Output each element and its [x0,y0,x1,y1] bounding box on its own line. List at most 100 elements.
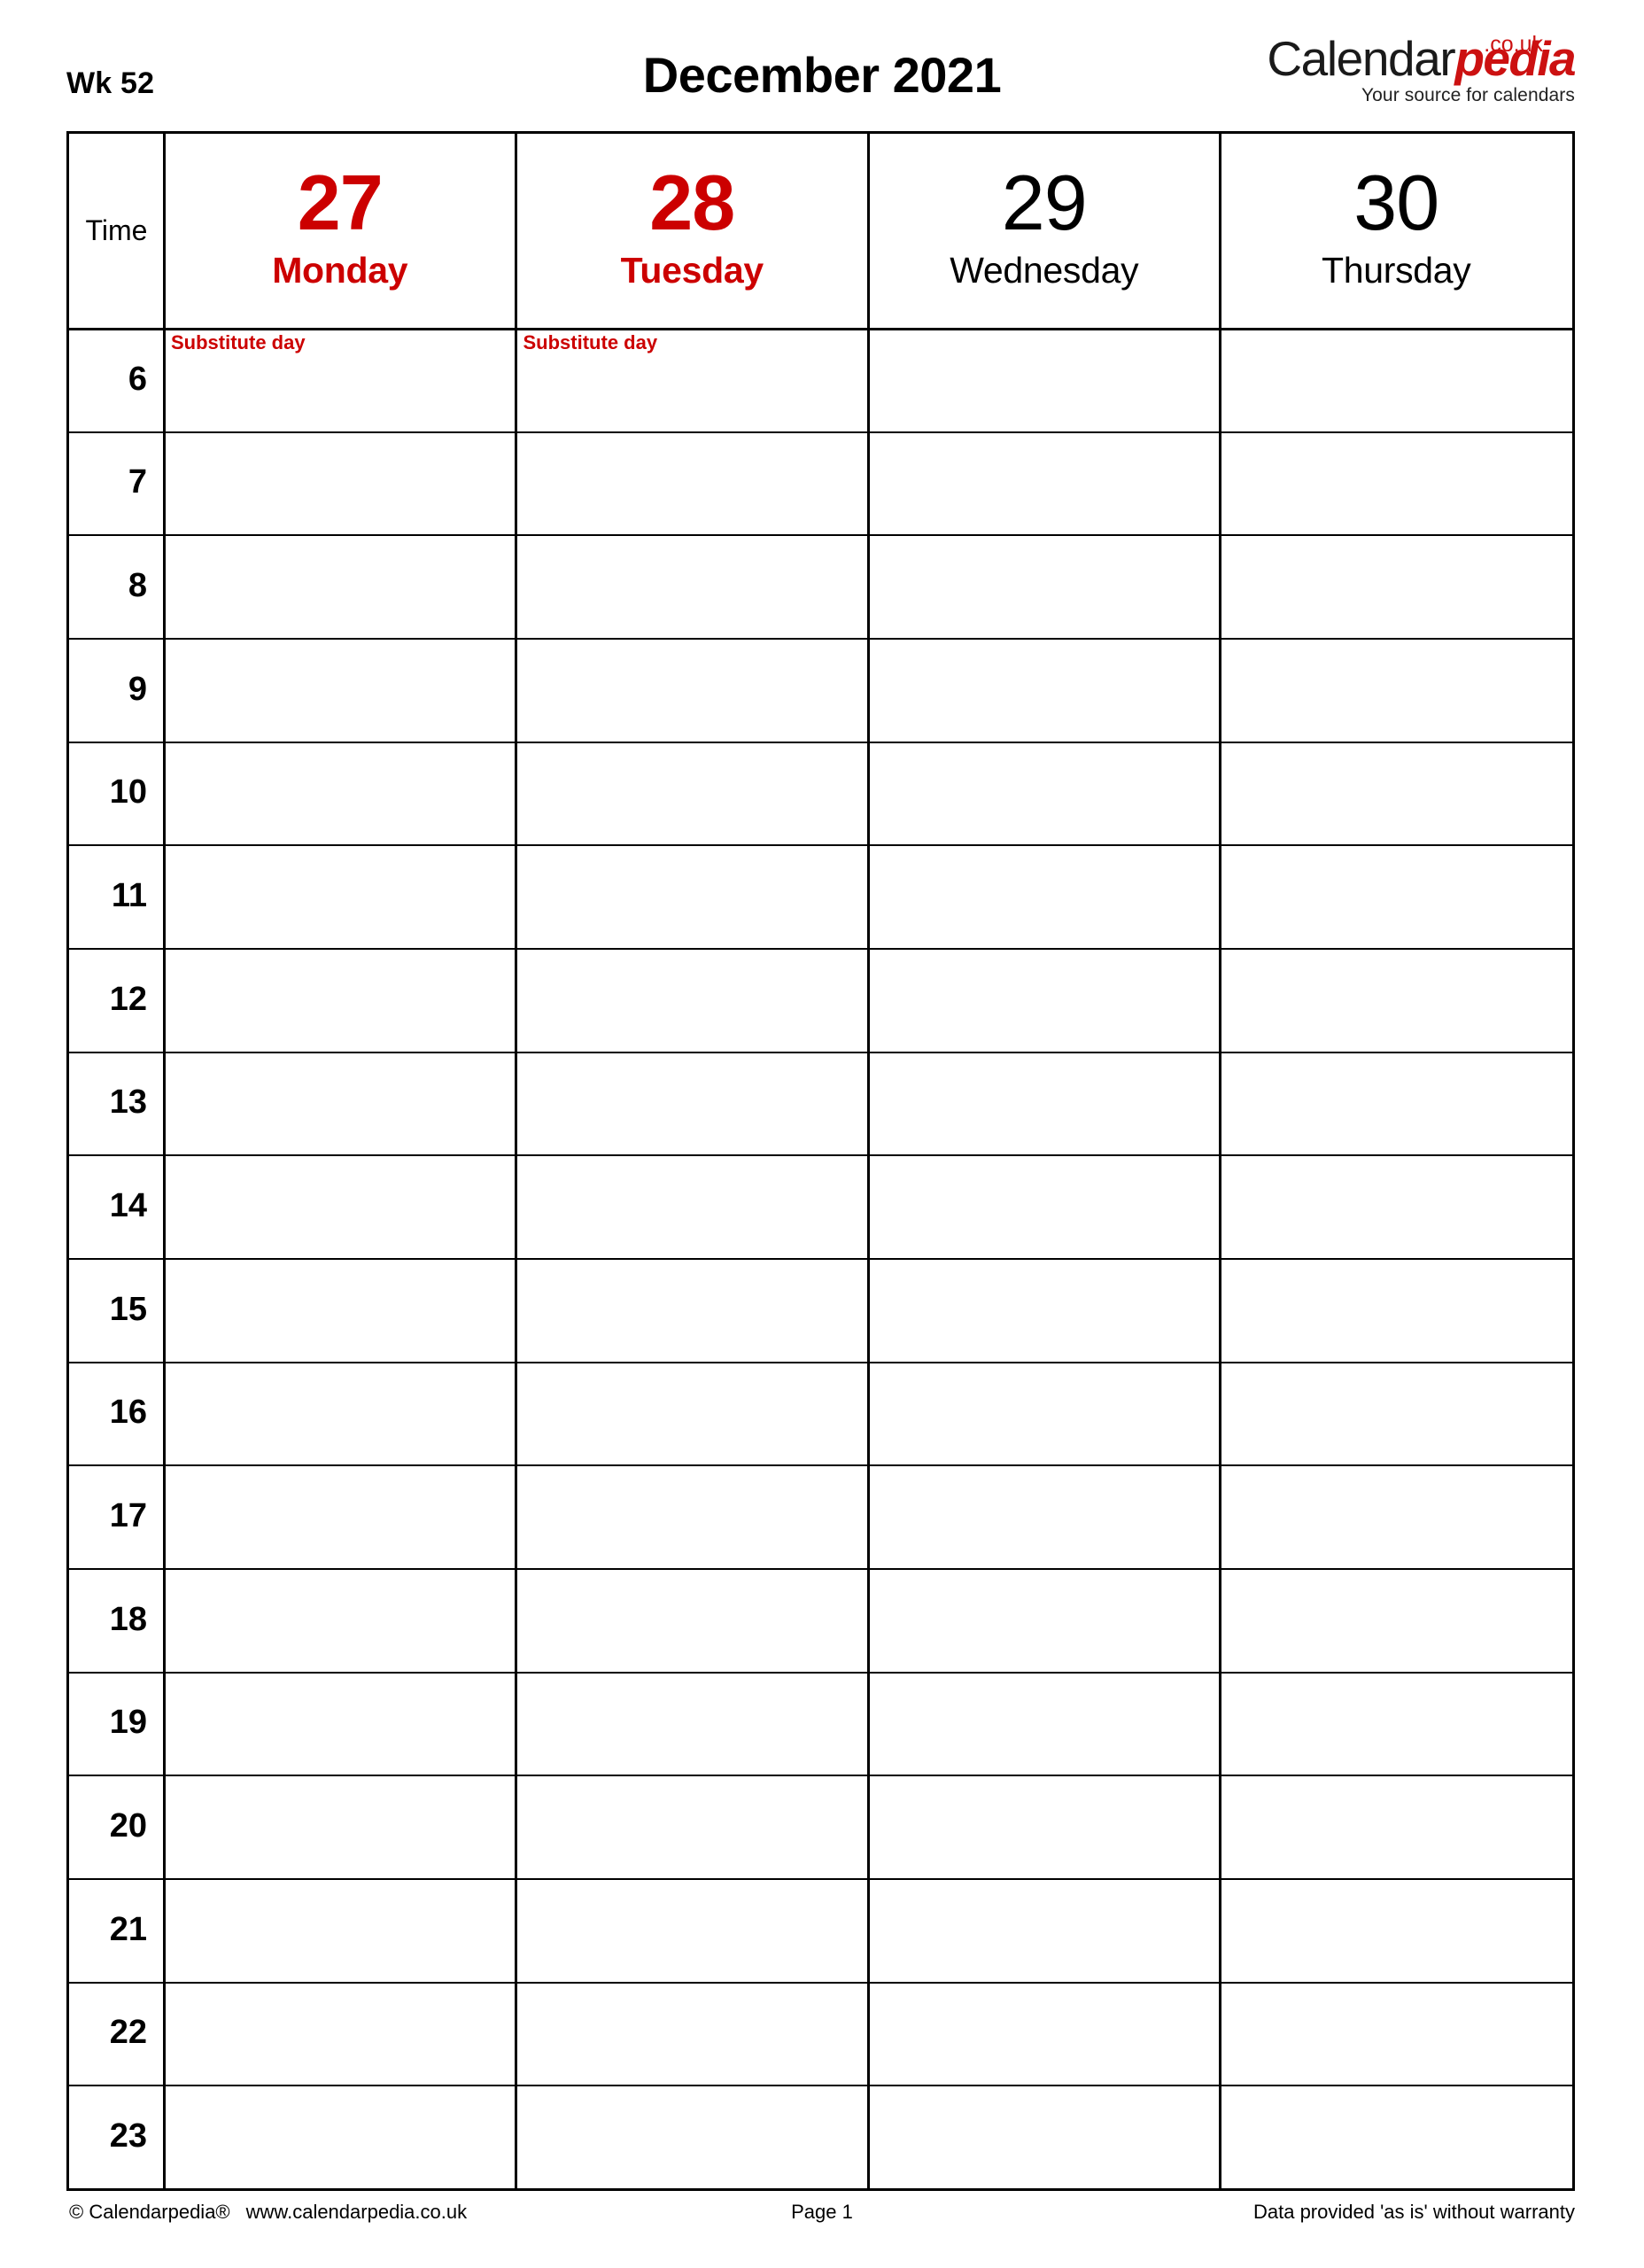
schedule-cell[interactable] [1221,1982,1573,2085]
time-slot-label: 21 [109,1910,147,1948]
schedule-cell[interactable] [1221,1362,1573,1465]
time-slot-label: 23 [109,2117,147,2155]
schedule-cell[interactable] [868,1154,1221,1258]
schedule-cell[interactable] [164,1672,516,1775]
schedule-cell[interactable] [516,1154,869,1258]
schedule-cell[interactable] [1221,948,1573,1052]
day-name: Thursday [1321,250,1471,291]
schedule-cell[interactable] [1221,1464,1573,1568]
schedule-cell[interactable] [868,534,1221,638]
schedule-cell[interactable] [868,1568,1221,1672]
schedule-cell[interactable] [1221,638,1573,742]
time-slot-label: 9 [128,670,147,708]
day-number: 27 [297,159,384,246]
schedule-cell[interactable] [516,1672,869,1775]
time-slot-label: 12 [109,980,147,1018]
schedule-cell[interactable] [164,1154,516,1258]
weekly-schedule-grid: Time 27 Monday 28 Tuesday 29 Wednesday 30 Thursd… [66,131,1575,2191]
schedule-cell[interactable] [516,638,869,742]
schedule-cell[interactable] [868,1052,1221,1155]
schedule-cell[interactable] [516,1568,869,1672]
schedule-cell[interactable] [516,742,869,845]
schedule-cell[interactable] [868,1464,1221,1568]
time-slot-label: 17 [109,1497,147,1535]
calendar-page: Wk 52 December 2021 Calendarpedia .co.uk… [0,0,1644,2268]
schedule-cell[interactable] [1221,1878,1573,1982]
schedule-cell[interactable] [164,742,516,845]
schedule-cell[interactable] [164,638,516,742]
schedule-cell[interactable] [1221,2085,1573,2188]
schedule-cell[interactable] [868,844,1221,948]
schedule-cell[interactable] [164,948,516,1052]
schedule-cell[interactable] [868,1258,1221,1362]
schedule-cell[interactable] [868,1362,1221,1465]
schedule-cell[interactable] [868,638,1221,742]
schedule-cell[interactable] [164,1052,516,1155]
schedule-cell[interactable] [868,1878,1221,1982]
page-footer: © Calendarpedia® www.calendarpedia.co.uk … [0,2201,1644,2236]
day-column-header-monday: 27 Monday [164,134,516,328]
schedule-cell[interactable] [868,1672,1221,1775]
schedule-cell[interactable] [1221,1052,1573,1155]
schedule-cell[interactable] [516,1982,869,2085]
schedule-cell[interactable] [516,534,869,638]
schedule-cell[interactable] [868,1775,1221,1878]
time-slot-label: 16 [109,1394,147,1432]
schedule-cell[interactable] [1221,1154,1573,1258]
schedule-cell[interactable] [164,1878,516,1982]
schedule-cell[interactable] [1221,534,1573,638]
schedule-cell[interactable] [1221,1775,1573,1878]
schedule-cell[interactable] [868,431,1221,535]
schedule-cell[interactable] [164,844,516,948]
schedule-cell[interactable] [164,1258,516,1362]
schedule-cell[interactable] [1221,328,1573,431]
schedule-cell[interactable] [164,534,516,638]
schedule-cell[interactable] [516,844,869,948]
schedule-cell[interactable] [868,948,1221,1052]
time-slot-label: 6 [128,360,147,398]
schedule-cell[interactable] [1221,844,1573,948]
time-slot-label: 14 [109,1187,147,1225]
schedule-cell[interactable] [164,2085,516,2188]
schedule-cell[interactable] [516,2085,869,2188]
schedule-cell[interactable] [868,1982,1221,2085]
schedule-cell[interactable] [1221,742,1573,845]
schedule-cell[interactable] [516,1362,869,1465]
schedule-cell[interactable] [516,1775,869,1878]
schedule-cell[interactable] [1221,1672,1573,1775]
schedule-cell[interactable] [1221,1258,1573,1362]
schedule-cell[interactable] [1221,1568,1573,1672]
schedule-cell[interactable] [516,948,869,1052]
schedule-cell[interactable] [868,742,1221,845]
time-slot-label: 10 [109,773,147,812]
time-slot-label: 15 [109,1290,147,1328]
schedule-cell[interactable] [516,1878,869,1982]
day-column-header-tuesday: 28 Tuesday [516,134,869,328]
schedule-cell[interactable] [164,1464,516,1568]
schedule-cell[interactable] [164,1982,516,2085]
schedule-cell[interactable] [164,1568,516,1672]
schedule-cell[interactable]: Substitute day [516,328,869,431]
schedule-cell[interactable] [516,1464,869,1568]
schedule-cell[interactable] [1221,431,1573,535]
day-column-header-thursday: 30 Thursday [1221,134,1573,328]
schedule-cell[interactable]: Substitute day [164,328,516,431]
day-column-header-wednesday: 29 Wednesday [868,134,1221,328]
day-note: Substitute day [523,331,658,353]
footer-disclaimer: Data provided 'as is' without warranty [1252,2201,1575,2223]
time-slot-label: 8 [128,567,147,605]
schedule-cell[interactable] [868,2085,1221,2188]
page-header: Wk 52 December 2021 Calendarpedia .co.uk… [0,0,1644,131]
schedule-cell[interactable] [164,1775,516,1878]
schedule-cell[interactable] [516,1258,869,1362]
time-slot-label: 20 [109,1807,147,1845]
schedule-cell[interactable] [868,328,1221,431]
schedule-cell[interactable] [164,431,516,535]
schedule-cell[interactable] [516,1052,869,1155]
schedule-cell[interactable] [164,1362,516,1465]
schedule-cell[interactable] [516,431,869,535]
day-number: 28 [649,159,735,246]
calendarpedia-logo[interactable]: Calendarpedia .co.uk Your source for cal… [1203,31,1576,122]
logo-brand-first: Calendar [1267,31,1455,86]
logo-tld: .co.uk [1484,32,1543,57]
